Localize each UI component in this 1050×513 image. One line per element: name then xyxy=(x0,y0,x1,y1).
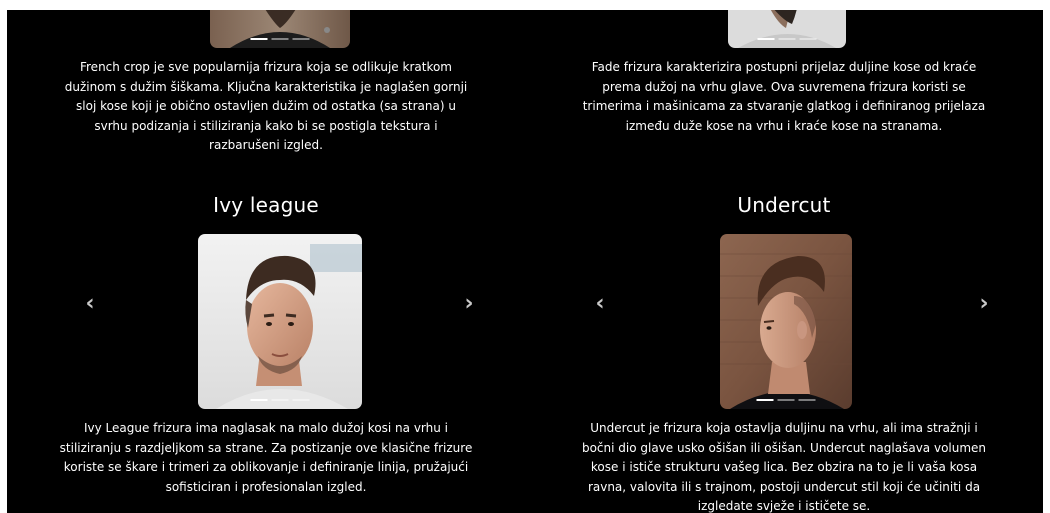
ivy-league-prev-arrow[interactable]: ‹ xyxy=(80,292,100,316)
french-crop-image xyxy=(210,10,350,48)
slide-dot[interactable] xyxy=(757,38,775,40)
fade-image xyxy=(728,10,846,48)
slide-dot[interactable] xyxy=(271,399,289,401)
ivy-league-photo[interactable] xyxy=(198,234,362,409)
ivy-league-description: Ivy League frizura ima naglasak na malo … xyxy=(59,421,473,494)
undercut-prev-arrow[interactable]: ‹ xyxy=(590,292,610,316)
slide-dot[interactable] xyxy=(798,399,816,401)
slide-dot[interactable] xyxy=(250,38,268,40)
ivy-league-title: Ivy league xyxy=(213,193,319,217)
slide-dot[interactable] xyxy=(777,399,795,401)
undercut-title: Undercut xyxy=(737,193,831,217)
slide-dot[interactable] xyxy=(292,38,310,40)
fade-photo[interactable] xyxy=(728,10,846,48)
slide-dot[interactable] xyxy=(250,399,268,401)
fade-description: Fade frizura karakterizira postupni prij… xyxy=(582,60,986,133)
slide-dot[interactable] xyxy=(799,38,817,40)
french-crop-description: French crop je sve popularnija frizura k… xyxy=(64,60,468,152)
undercut-description: Undercut je frizura koja ostavlja duljin… xyxy=(581,421,987,513)
ivy-league-next-arrow[interactable]: › xyxy=(459,292,479,316)
ivy-league-image xyxy=(198,234,362,409)
slide-dot[interactable] xyxy=(756,399,774,401)
undercut-slide-indicators xyxy=(756,399,816,401)
slide-dot[interactable] xyxy=(778,38,796,40)
french-crop-photo[interactable] xyxy=(210,10,350,48)
right-column: Fade frizura karakterizira postupni prij… xyxy=(525,10,1043,513)
undercut-image xyxy=(720,234,852,409)
undercut-photo[interactable] xyxy=(720,234,852,409)
undercut-next-arrow[interactable]: › xyxy=(974,292,994,316)
fade-slide-indicators xyxy=(757,38,817,40)
hairstyles-page: French crop je sve popularnija frizura k… xyxy=(7,10,1043,513)
slide-dot[interactable] xyxy=(271,38,289,40)
french-crop-slide-indicators xyxy=(250,38,310,40)
slide-dot[interactable] xyxy=(292,399,310,401)
ivy-league-slide-indicators xyxy=(250,399,310,401)
left-column: French crop je sve popularnija frizura k… xyxy=(7,10,525,513)
